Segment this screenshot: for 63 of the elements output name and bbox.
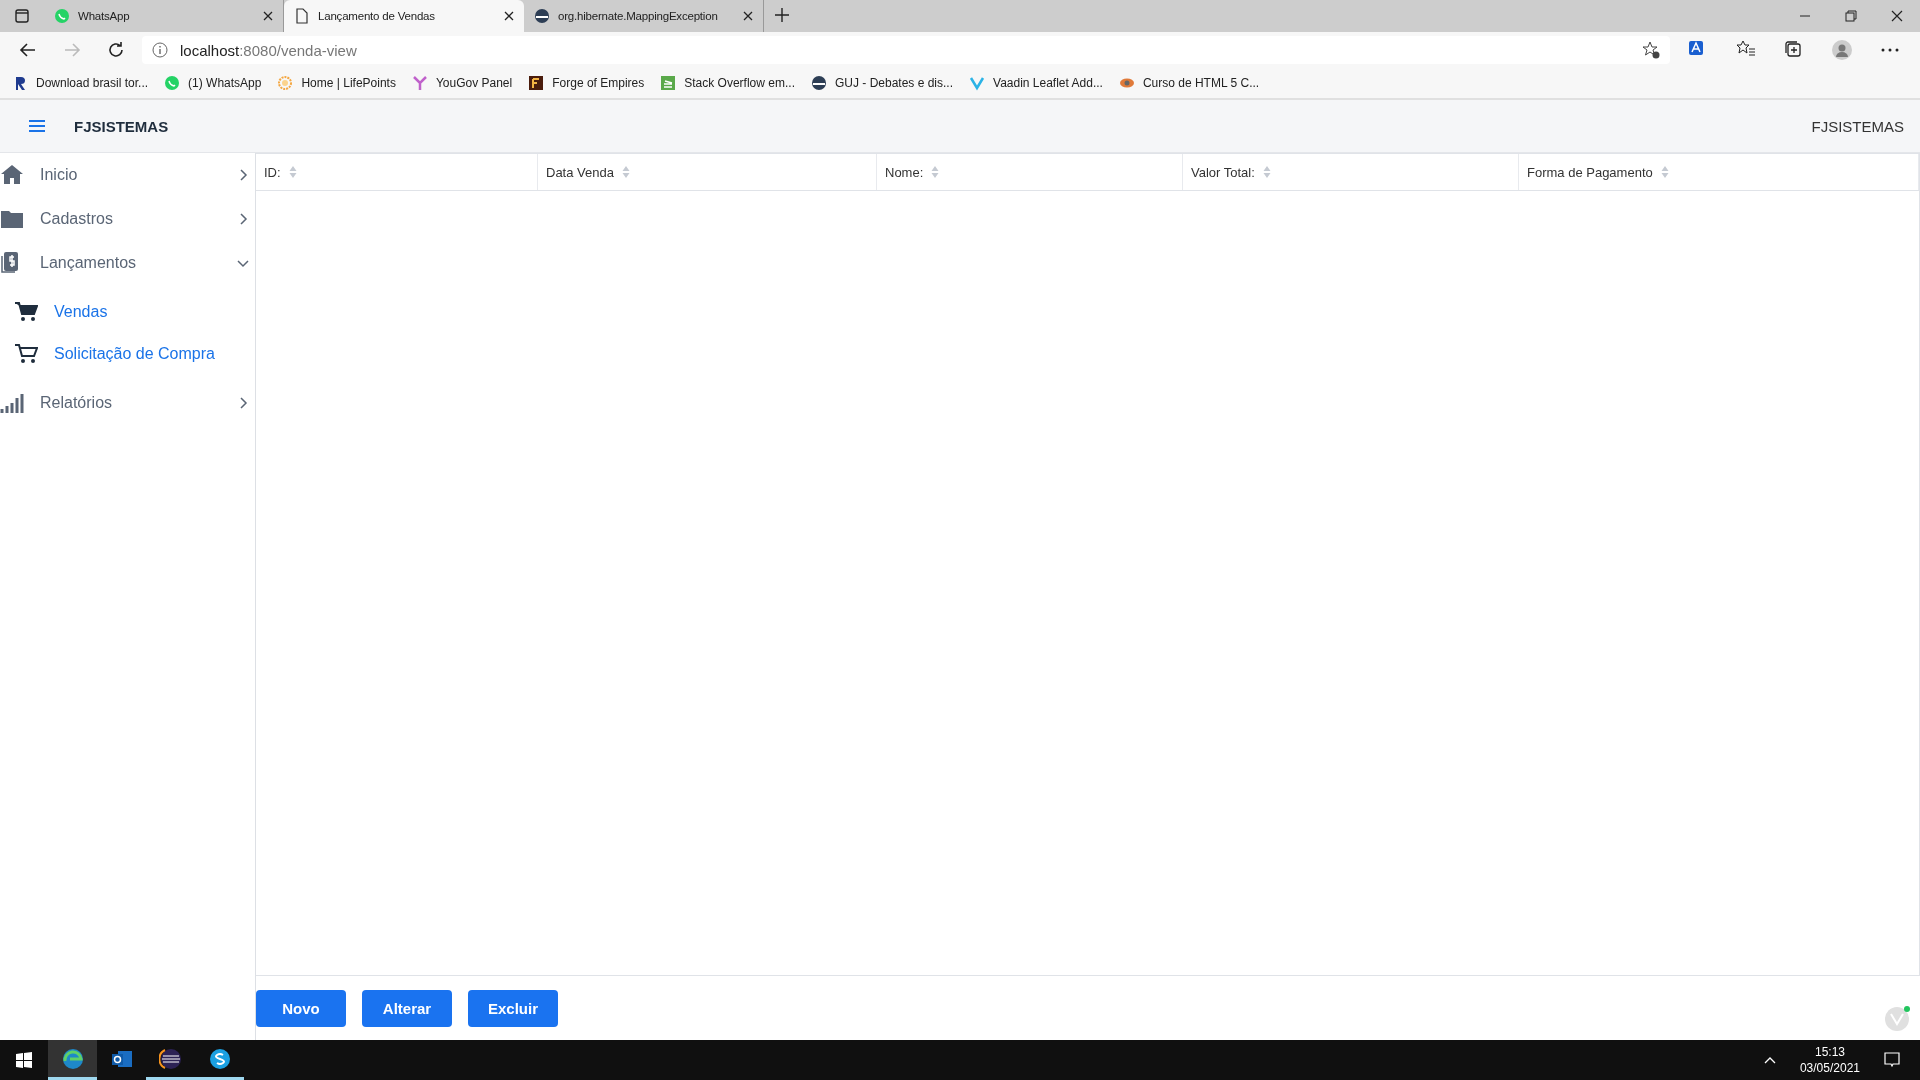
collections-icon[interactable]: [1784, 40, 1804, 60]
browser-icon: [60, 1046, 85, 1071]
action-button[interactable]: Novo: [256, 989, 346, 1027]
tab-actions-icon[interactable]: [14, 8, 30, 24]
document-icon: [294, 8, 310, 24]
square-emblem-icon: [528, 75, 545, 91]
menu-icon[interactable]: [28, 119, 46, 133]
plus-icon[interactable]: [775, 8, 789, 22]
restore-icon[interactable]: [1845, 10, 1857, 22]
column-header[interactable]: Forma de Pagamento: [1519, 154, 1919, 190]
eclipse-icon: [158, 1046, 183, 1071]
star-plus-icon[interactable]: [1642, 41, 1660, 59]
chat-bubble-icon: [164, 75, 181, 91]
sidebar-item[interactable]: Lançamentos: [0, 241, 255, 285]
info-icon: [152, 42, 168, 58]
bookmark-link[interactable]: Curso de HTML 5 C...: [1142, 76, 1260, 90]
bar-chart-icon: [0, 391, 24, 415]
bookmark-link[interactable]: (1) WhatsApp: [188, 76, 262, 90]
reload-icon[interactable]: [106, 40, 126, 60]
bookmark-link[interactable]: Download brasil tor...: [36, 76, 149, 90]
column-header[interactable]: Nome:: [877, 154, 1183, 190]
bookmark-link[interactable]: GUJ - Debates e dis...: [834, 76, 953, 90]
column-header[interactable]: ID:: [256, 154, 538, 190]
url-host: localhost: [180, 41, 240, 59]
close-icon[interactable]: [504, 11, 514, 21]
sidebar-item[interactable]: Inicio: [0, 153, 255, 197]
sidebar-item[interactable]: Relatórios: [0, 381, 255, 425]
column-header[interactable]: Valor Total:: [1183, 154, 1519, 190]
url-path: :8080/venda-view: [239, 41, 357, 59]
bookmark-link[interactable]: YouGov Panel: [435, 76, 513, 90]
house-icon: [0, 163, 24, 187]
close-icon[interactable]: [263, 11, 273, 21]
taskbar-app[interactable]: [48, 1040, 97, 1080]
chevron-up-icon[interactable]: [1763, 1056, 1776, 1064]
cart-icon: [14, 300, 38, 324]
address-bar[interactable]: localhost:8080/venda-view: [142, 36, 1670, 64]
profile-avatar-icon[interactable]: [1832, 40, 1852, 60]
column-header[interactable]: Data Venda: [538, 154, 877, 190]
sun-icon: [277, 75, 294, 91]
chat-bubble-icon: [54, 8, 70, 24]
action-button[interactable]: Excluir: [468, 989, 558, 1027]
clock-date[interactable]: 03/05/2021: [1799, 1060, 1860, 1076]
cart-icon: [14, 342, 38, 366]
bookmark-link[interactable]: Vaadin Leaflet Add...: [993, 76, 1103, 90]
submenu-link[interactable]: Solicitação de Compra: [54, 345, 215, 363]
sidebar-item[interactable]: Cadastros: [0, 197, 255, 241]
v-shape-icon: [969, 75, 985, 91]
y-shape-icon: [411, 75, 428, 91]
close-icon[interactable]: [743, 11, 753, 21]
notifications-icon[interactable]: [1884, 1052, 1900, 1068]
action-button[interactable]: Alterar: [362, 989, 452, 1027]
windows-start-icon[interactable]: [16, 1052, 32, 1068]
chat-app-icon: [207, 1046, 232, 1071]
stack-icon: [660, 75, 677, 91]
bookmark-link[interactable]: Forge of Empires: [552, 76, 645, 90]
close-icon[interactable]: [1891, 10, 1903, 22]
browser-tab[interactable]: Lançamento de Vendas: [284, 0, 524, 32]
header-label: FJSISTEMAS: [1811, 117, 1904, 135]
bookmark-link[interactable]: Home | LifePoints: [301, 76, 396, 90]
submenu-link[interactable]: Vendas: [54, 303, 108, 321]
clock-time[interactable]: 15:13: [1814, 1044, 1845, 1060]
app-title: FJSISTEMAS: [74, 117, 169, 135]
bookmark-link[interactable]: Stack Overflow em...: [684, 76, 795, 90]
